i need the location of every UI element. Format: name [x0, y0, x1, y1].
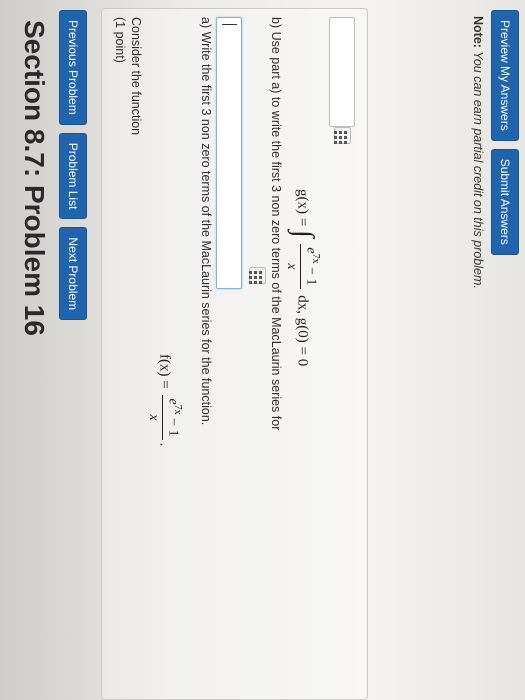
- function-g-formula: g(x) = ∫ e7x − 1 x dx, g(0) = 0: [283, 189, 321, 366]
- g-denominator: x: [284, 263, 300, 270]
- part-b-answer-input[interactable]: [329, 17, 355, 127]
- next-problem-button[interactable]: Next Problem: [59, 227, 87, 321]
- part-a-equation-editor-icon[interactable]: [249, 267, 266, 284]
- part-b-question: b) Use part a) to write the first 3 non …: [269, 17, 283, 431]
- part-b-equation-editor-icon[interactable]: [334, 127, 351, 144]
- submit-answers-button[interactable]: Submit Answers: [491, 148, 519, 255]
- g-numerator: e7x − 1: [300, 244, 321, 289]
- answer-actions: Preview My Answers Submit Answers: [491, 10, 519, 255]
- integral-sign: ∫: [288, 229, 320, 238]
- g-lhs: g(x) =: [294, 189, 311, 227]
- problem-navigation: Previous Problem Problem List Next Probl…: [59, 10, 87, 321]
- g-fraction: e7x − 1 x: [283, 244, 321, 289]
- preview-answers-button[interactable]: Preview My Answers: [491, 10, 519, 141]
- problem-list-button[interactable]: Problem List: [59, 132, 87, 220]
- f-denominator: x: [146, 414, 162, 421]
- f-numerator: e7x − 1: [162, 395, 183, 440]
- points-label: (1 point): [113, 17, 127, 63]
- part-a-answer-input[interactable]: [216, 17, 242, 289]
- note-label: Note:: [471, 16, 485, 48]
- partial-credit-note: Note: You can earn partial credit on thi…: [471, 16, 485, 289]
- page-title: Section 8.7: Problem 16: [19, 20, 50, 336]
- screenshot-stage: Section 8.7: Problem 16 Previous Problem…: [0, 0, 525, 700]
- previous-problem-button[interactable]: Previous Problem: [59, 10, 87, 125]
- f-period: .: [156, 442, 173, 447]
- text-caret: [222, 24, 237, 25]
- problem-page: Section 8.7: Problem 16 Previous Problem…: [0, 0, 525, 700]
- function-f-formula: f(x) = e7x − 1 x .: [145, 354, 183, 446]
- problem-body: (1 point) Consider the function f(x) = e…: [101, 8, 368, 700]
- intro-text: Consider the function: [129, 17, 143, 136]
- part-a-question: a) Write the first 3 non zero terms of t…: [199, 17, 213, 426]
- f-lhs: f(x) =: [156, 354, 173, 389]
- f-fraction: e7x − 1 x: [145, 395, 183, 440]
- note-text: You can earn partial credit on this prob…: [471, 47, 485, 289]
- g-differential-and-condition: dx, g(0) = 0: [294, 295, 311, 367]
